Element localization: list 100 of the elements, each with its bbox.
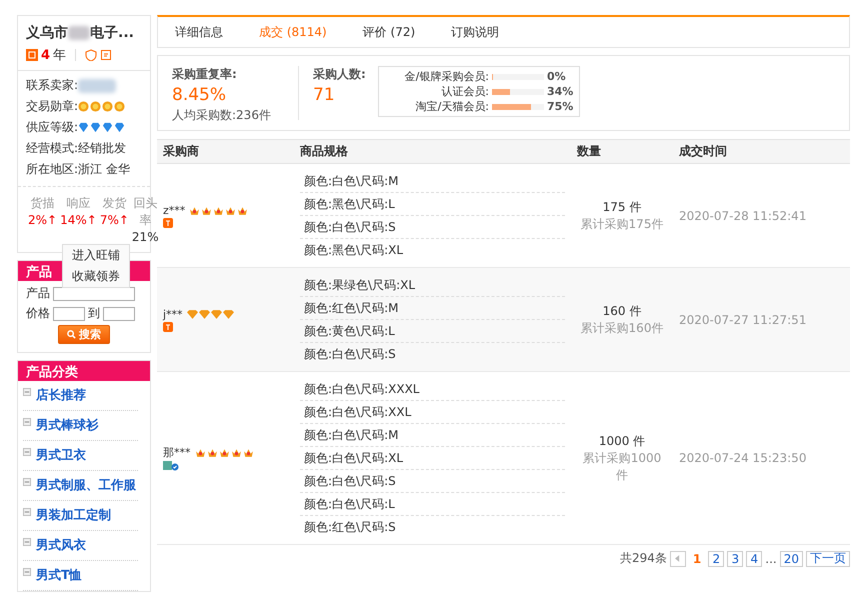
deal-time: 2020-07-24 15:23:50 xyxy=(673,372,850,544)
crown-icon xyxy=(242,447,254,458)
category-link[interactable]: 男式风衣 xyxy=(36,537,86,554)
page-link[interactable]: 20 xyxy=(780,550,803,566)
spec-line: 颜色:白色\尺码:M xyxy=(300,170,565,193)
spec-line: 颜色:白色\尺码:M xyxy=(300,424,565,447)
diamond-icon xyxy=(102,122,114,133)
price-field[interactable] xyxy=(53,306,85,320)
next-button[interactable]: 下一页 xyxy=(806,550,850,566)
field-label: 到 xyxy=(88,305,100,322)
share-value: 34% xyxy=(547,85,574,98)
collapse-icon[interactable] xyxy=(23,568,31,576)
field-label: 价格 xyxy=(26,305,50,322)
spec-line: 颜色:白色\尺码:XXL xyxy=(300,401,565,424)
category-link[interactable]: 男式棒球衫 xyxy=(36,417,98,434)
buyer-name: j*** xyxy=(163,308,183,320)
panel-title: 产品分类 xyxy=(26,365,78,380)
ellipsis: ... xyxy=(765,552,777,566)
info-value: 浙江 金华 xyxy=(78,161,130,178)
column-header: 成交时间 xyxy=(673,140,850,164)
crown-icon xyxy=(230,447,242,458)
shield-icon xyxy=(85,49,98,61)
tab[interactable]: 评价 (72) xyxy=(354,17,424,47)
tab[interactable]: 详细信息 xyxy=(166,17,232,47)
stat-value: 71 xyxy=(313,85,336,105)
deal-time: 2020-07-27 11:27:51 xyxy=(673,268,850,372)
category-link[interactable]: 男装加工定制 xyxy=(36,507,111,524)
crown-icon xyxy=(225,204,236,216)
member-label: 金/银牌采购会员: xyxy=(404,69,489,84)
crown-icon xyxy=(237,204,248,216)
tag-icon xyxy=(163,322,173,332)
spec-line: 颜色:白色\尺码:XL xyxy=(300,447,565,470)
panel-title: 产品 xyxy=(26,265,52,280)
share-value: 75% xyxy=(547,100,574,113)
document-icon xyxy=(100,49,112,61)
crown-icon xyxy=(189,204,200,216)
search-icon xyxy=(67,330,76,339)
info-label: 经营模式: xyxy=(26,140,78,157)
collapse-icon[interactable] xyxy=(23,538,31,546)
medal-icon xyxy=(78,101,90,112)
collapse-icon[interactable] xyxy=(23,448,31,456)
spec-line: 颜色:黑色\尺码:L xyxy=(300,193,565,216)
verified-icon xyxy=(163,461,179,471)
column-header: 采购商 xyxy=(157,140,294,164)
member-label: 淘宝/天猫会员: xyxy=(414,99,489,114)
years-unit: 年 xyxy=(53,47,66,64)
spec-line: 颜色:黄色\尺码:L xyxy=(300,320,565,343)
collapse-icon[interactable] xyxy=(23,478,31,486)
collapse-icon[interactable] xyxy=(23,508,31,516)
category-link[interactable]: 男式T恤 xyxy=(36,567,82,584)
total-quantity: 累计采购1000件 xyxy=(582,450,662,484)
info-label: 交易勋章: xyxy=(26,98,78,115)
tab[interactable]: 订购说明 xyxy=(442,17,508,47)
stat-label: 采购重复率: xyxy=(172,66,238,83)
info-label: 所在地区: xyxy=(26,161,78,178)
score-label: 发货 xyxy=(102,195,126,212)
previous-button[interactable] xyxy=(670,550,686,566)
category-link[interactable]: 男式卫衣 xyxy=(36,447,86,464)
spec-line: 颜色:白色\尺码:S xyxy=(300,216,565,239)
column-header: 商品规格 xyxy=(294,140,571,164)
crown-icon xyxy=(218,447,230,458)
crown-icon xyxy=(201,204,212,216)
info-label: 联系卖家: xyxy=(26,77,78,94)
score-label: 回头率 xyxy=(133,195,158,229)
badge-icon xyxy=(26,49,38,61)
buyer-name: 那*** xyxy=(163,445,190,460)
quantity: 175 件 xyxy=(602,198,642,216)
total-count: 共294条 xyxy=(620,550,667,567)
quantity: 160 件 xyxy=(602,302,642,320)
crown-icon xyxy=(213,204,224,216)
buyer-name: z*** xyxy=(163,204,186,216)
diamond-icon xyxy=(210,308,222,320)
caret-icon xyxy=(675,555,680,562)
score-value: 7%↑ xyxy=(100,212,129,229)
page-link[interactable]: 2 xyxy=(708,550,724,566)
diamond-icon xyxy=(78,122,90,133)
score-value: 21% xyxy=(132,229,159,246)
price-field[interactable] xyxy=(103,306,135,320)
redaction-blur xyxy=(68,26,90,40)
crown-icon xyxy=(206,447,218,458)
score-label: 响应 xyxy=(66,195,90,212)
share-value: 0% xyxy=(547,70,566,83)
category-link[interactable]: 店长推荐 xyxy=(36,387,86,404)
spec-line: 颜色:白色\尺码:XXXL xyxy=(300,378,565,401)
collapse-icon[interactable] xyxy=(23,388,31,396)
diamond-icon xyxy=(198,308,210,320)
total-quantity: 累计采购175件 xyxy=(580,216,664,232)
category-link[interactable]: 男式制服、工作服 xyxy=(36,477,136,494)
spec-line: 颜色:黑色\尺码:XL xyxy=(303,242,404,259)
page-link[interactable]: 4 xyxy=(746,550,762,566)
spec-line: 颜色:白色\尺码:S xyxy=(300,470,565,493)
field-label: 产品 xyxy=(26,285,50,302)
score-label: 货描 xyxy=(30,195,55,212)
shop-name: 电子... xyxy=(90,24,134,42)
tag-icon xyxy=(163,218,173,228)
collapse-icon[interactable] xyxy=(23,418,31,426)
page-link[interactable]: 3 xyxy=(727,550,744,566)
spec-line: 颜色:果绿色\尺码:XL xyxy=(300,274,565,297)
diamond-icon xyxy=(186,308,198,320)
stat-value: 8.45% xyxy=(172,85,228,105)
